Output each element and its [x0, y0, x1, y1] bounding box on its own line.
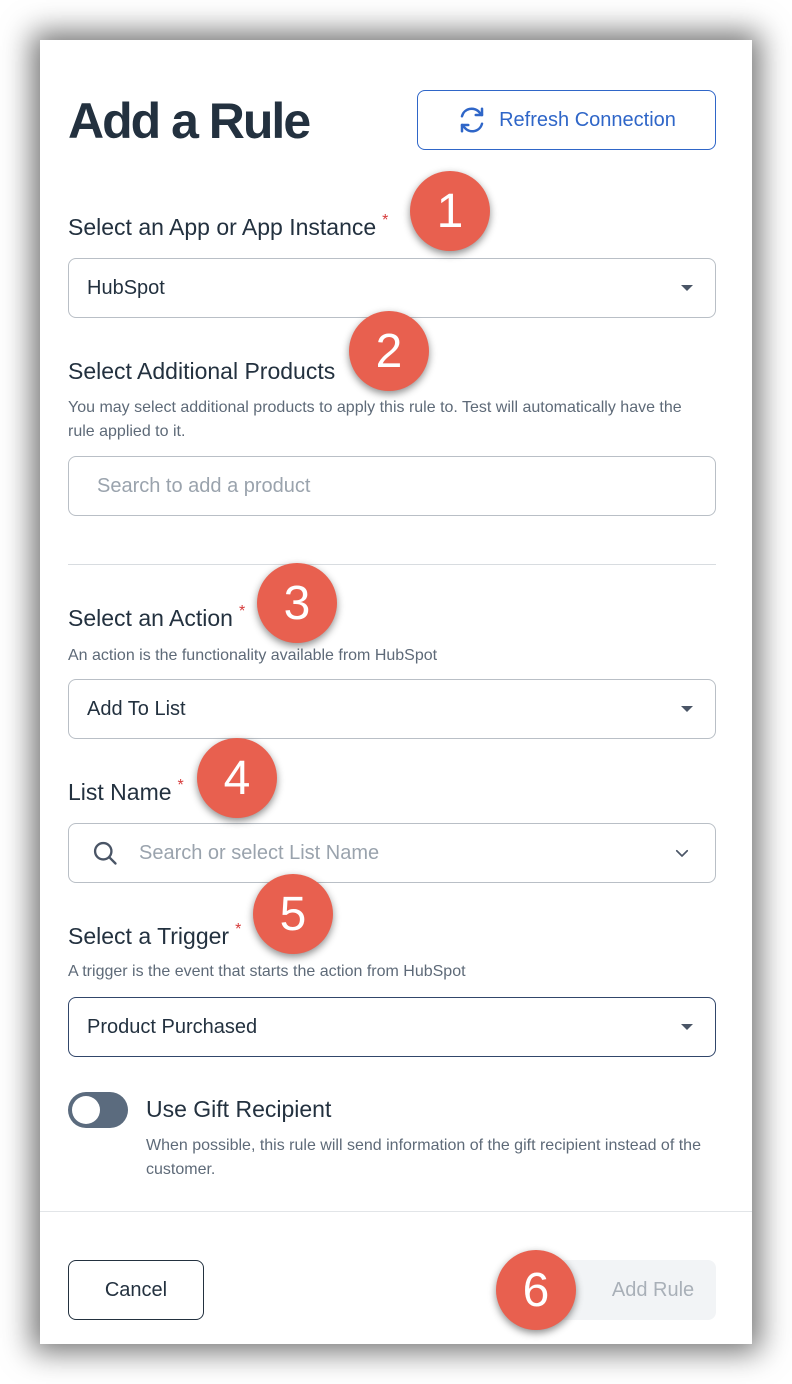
action-select-value: Add To List — [87, 697, 186, 720]
annotation-badge-5: 5 — [253, 874, 333, 954]
refresh-connection-label: Refresh Connection — [499, 108, 676, 131]
required-mark: * — [235, 921, 242, 938]
products-field-help: You may select additional products to ap… — [68, 399, 682, 440]
annotation-badge-1: 1 — [410, 171, 490, 251]
product-search-placeholder: Search to add a product — [97, 474, 311, 497]
gift-recipient-toggle[interactable] — [68, 1092, 128, 1128]
list-name-placeholder: Search or select List Name — [139, 841, 380, 864]
product-search-input[interactable]: Search to add a product — [68, 456, 716, 516]
list-name-label: List Name * — [68, 777, 184, 805]
list-name-combobox[interactable]: Search or select List Name — [68, 823, 716, 883]
search-icon — [93, 841, 117, 865]
annotation-badge-2: 2 — [349, 311, 429, 391]
products-field-label: Select Additional Products — [68, 358, 336, 384]
required-mark: * — [238, 603, 246, 620]
add-rule-modal: Add a Rule Refresh Connection Select an … — [40, 40, 752, 1344]
page-title: Add a Rule — [68, 93, 311, 149]
gift-recipient-help: When possible, this rule will send infor… — [146, 1137, 701, 1178]
action-field-help: An action is the functionality available… — [68, 647, 438, 664]
trigger-select[interactable]: Product Purchased — [68, 997, 716, 1057]
footer-divider — [40, 1211, 752, 1212]
caret-down-icon — [681, 285, 693, 291]
chevron-down-icon — [675, 849, 689, 857]
trigger-field-label: Select a Trigger * — [68, 921, 242, 949]
annotation-badge-3: 3 — [257, 563, 337, 643]
caret-down-icon — [681, 706, 693, 712]
action-field-label: Select an Action * — [68, 603, 246, 631]
caret-down-icon — [681, 1024, 693, 1030]
required-mark: * — [382, 212, 389, 229]
refresh-icon — [460, 107, 484, 133]
toggle-knob — [72, 1096, 100, 1124]
app-select[interactable]: HubSpot — [68, 258, 716, 318]
annotation-badge-6: 6 — [496, 1250, 576, 1330]
annotation-badge-4: 4 — [197, 738, 277, 818]
app-field-label: Select an App or App Instance * — [68, 212, 389, 240]
add-rule-button[interactable]: Add Rule — [556, 1260, 716, 1320]
action-select[interactable]: Add To List — [68, 679, 716, 739]
trigger-select-value: Product Purchased — [87, 1015, 258, 1038]
refresh-connection-button[interactable]: Refresh Connection — [417, 90, 716, 150]
gift-recipient-label: Use Gift Recipient — [146, 1096, 332, 1122]
required-mark: * — [177, 777, 184, 794]
app-select-value: HubSpot — [87, 276, 165, 299]
trigger-field-help: A trigger is the event that starts the a… — [68, 963, 466, 980]
cancel-button[interactable]: Cancel — [68, 1260, 204, 1320]
section-divider — [68, 564, 716, 565]
